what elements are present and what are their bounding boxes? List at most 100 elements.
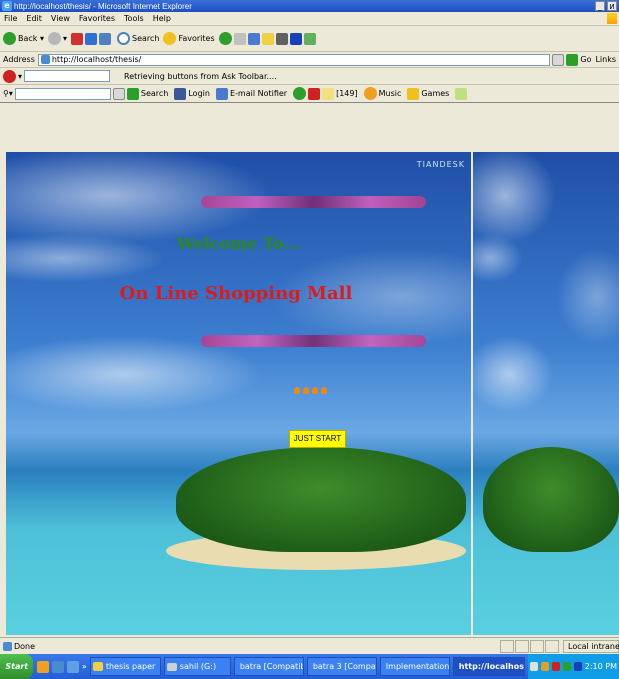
- status-text: Done: [14, 641, 36, 651]
- security-zone: Local intranet: [563, 639, 619, 653]
- start-button[interactable]: Start: [0, 654, 34, 679]
- ask-logo-icon[interactable]: [3, 69, 16, 83]
- quicklaunch-ie-icon[interactable]: [67, 660, 79, 673]
- bluetooth-icon[interactable]: [289, 32, 302, 45]
- bottom-ornament: [201, 335, 426, 347]
- go-arrow-icon: [566, 53, 579, 66]
- print-icon[interactable]: [247, 32, 260, 45]
- forward-arrow-icon: [47, 32, 61, 45]
- envelope-icon: [215, 87, 228, 100]
- search-toolbar: ⚲▾ Search Login E-mail Notifier [149] Mu…: [0, 85, 619, 103]
- antivirus-icon[interactable]: [551, 662, 560, 671]
- network-icon[interactable]: [540, 662, 549, 671]
- island-image: [176, 447, 466, 552]
- menu-bar: File Edit View Favorites Tools Help: [0, 12, 619, 26]
- ask-toolbar: ▾ Retrieving buttons from Ask Toolbar...…: [0, 68, 619, 85]
- games-button[interactable]: Games: [407, 87, 449, 100]
- research-icon[interactable]: [303, 32, 316, 45]
- mail-icon[interactable]: [233, 32, 246, 45]
- folder-icon[interactable]: [261, 32, 274, 45]
- task-thesis-paper[interactable]: thesis paper: [89, 657, 161, 676]
- toolbar-search-icon[interactable]: ⚲▾: [3, 89, 13, 98]
- ask-search-input[interactable]: [24, 70, 111, 82]
- address-bar: Address http://localhost/thesis/ Go Link…: [0, 52, 619, 68]
- island-image-right: [483, 447, 619, 552]
- main-panel: TIANDESK JUST START: [6, 152, 471, 635]
- star-icon: [163, 32, 177, 45]
- address-label: Address: [3, 55, 35, 64]
- address-input[interactable]: http://localhost/thesis/: [37, 53, 551, 66]
- messenger-icon[interactable]: [275, 32, 288, 45]
- menu-favorites[interactable]: Favorites: [79, 14, 115, 23]
- brand-text: TIANDESK: [416, 160, 465, 169]
- restore-button[interactable]: И: [607, 1, 617, 11]
- title-bar: e http://localhost/thesis/ - Microsoft I…: [0, 0, 619, 12]
- menu-view[interactable]: View: [51, 14, 70, 23]
- menu-help[interactable]: Help: [153, 14, 171, 23]
- search-go-icon: [126, 87, 139, 100]
- plugin-icon[interactable]: [455, 87, 468, 100]
- minimize-button[interactable]: _: [595, 1, 605, 11]
- music-button[interactable]: Music: [363, 87, 401, 100]
- page-icon: [40, 55, 50, 64]
- music-icon: [363, 87, 377, 100]
- menu-edit[interactable]: Edit: [26, 14, 42, 23]
- history-icon[interactable]: [218, 32, 232, 45]
- facebook-icon: [174, 87, 187, 100]
- stop-icon[interactable]: [71, 32, 83, 45]
- folder-icon: [92, 662, 103, 671]
- email-notifier-button[interactable]: E-mail Notifier: [215, 87, 287, 100]
- welcome-heading: Welcome To...: [176, 234, 301, 253]
- windows-logo-icon: [607, 13, 617, 24]
- task-batra-doc[interactable]: batra [Compatibility Mo...: [233, 657, 304, 676]
- weather-button[interactable]: [149]: [322, 87, 358, 100]
- side-panel: [473, 152, 619, 635]
- quicklaunch-firefox-icon[interactable]: [37, 660, 50, 673]
- forward-button[interactable]: ▾: [47, 32, 67, 45]
- task-sahil-drive[interactable]: sahil (G:): [163, 657, 231, 676]
- update-icon[interactable]: [562, 662, 571, 671]
- ask-status-text: Retrieving buttons from Ask Toolbar....: [124, 71, 277, 81]
- back-arrow-icon: [3, 32, 16, 45]
- page-status-icon: [3, 641, 12, 651]
- ie-logo-icon: e: [2, 1, 12, 11]
- status-bar: Done Local intranet: [0, 637, 619, 654]
- refresh-icon[interactable]: [85, 32, 97, 45]
- favorites-button[interactable]: Favorites: [163, 32, 215, 45]
- just-start-button[interactable]: JUST START: [289, 430, 346, 448]
- address-dropdown-icon[interactable]: [552, 53, 565, 66]
- window-title: http://localhost/thesis/ - Microsoft Int…: [14, 1, 192, 11]
- home-icon[interactable]: [99, 32, 111, 45]
- standard-toolbar: Back ▾ ▾ Search Favorites: [0, 26, 619, 52]
- weather-icon: [322, 87, 335, 100]
- toolbar-search-button[interactable]: Search: [126, 87, 168, 100]
- back-button[interactable]: Back ▾: [3, 32, 44, 45]
- top-ornament: [201, 196, 426, 208]
- login-button[interactable]: Login: [174, 87, 210, 100]
- help-icon[interactable]: [529, 662, 538, 671]
- system-tray: 2:10 PM: [527, 654, 619, 679]
- mall-title: On Line Shopping Mall: [119, 283, 353, 304]
- youtube-icon[interactable]: [308, 87, 321, 100]
- loading-dots: [294, 387, 334, 395]
- toolbar-search-input[interactable]: [14, 87, 111, 100]
- bluetooth-tray-icon[interactable]: [573, 662, 582, 671]
- drive-icon: [166, 662, 177, 671]
- games-icon: [407, 87, 420, 100]
- search-button[interactable]: Search: [117, 32, 159, 45]
- task-implementation-doc[interactable]: Implementation [Comp...: [379, 657, 450, 676]
- toolbar-dropdown-icon[interactable]: [112, 87, 125, 100]
- menu-file[interactable]: File: [4, 14, 17, 23]
- quicklaunch-desktop-icon[interactable]: [52, 660, 65, 673]
- menu-tools[interactable]: Tools: [124, 14, 144, 23]
- go-button[interactable]: Go: [566, 53, 591, 66]
- task-ie-localhost[interactable]: http://localhost/the...: [452, 657, 525, 676]
- clock: 2:10 PM: [584, 662, 617, 671]
- taskbar: Start » thesis paper sahil (G:) batra [C…: [0, 654, 619, 679]
- address-url: http://localhost/thesis/: [51, 55, 142, 64]
- magnifier-icon: [117, 32, 130, 45]
- page-content: TIANDESK JUST START Welcome To... On Lin…: [6, 152, 619, 635]
- links-button[interactable]: Links: [595, 55, 616, 64]
- task-batra3-doc[interactable]: batra 3 [Compatibility ...: [306, 657, 377, 676]
- green-orb-icon[interactable]: [293, 87, 307, 100]
